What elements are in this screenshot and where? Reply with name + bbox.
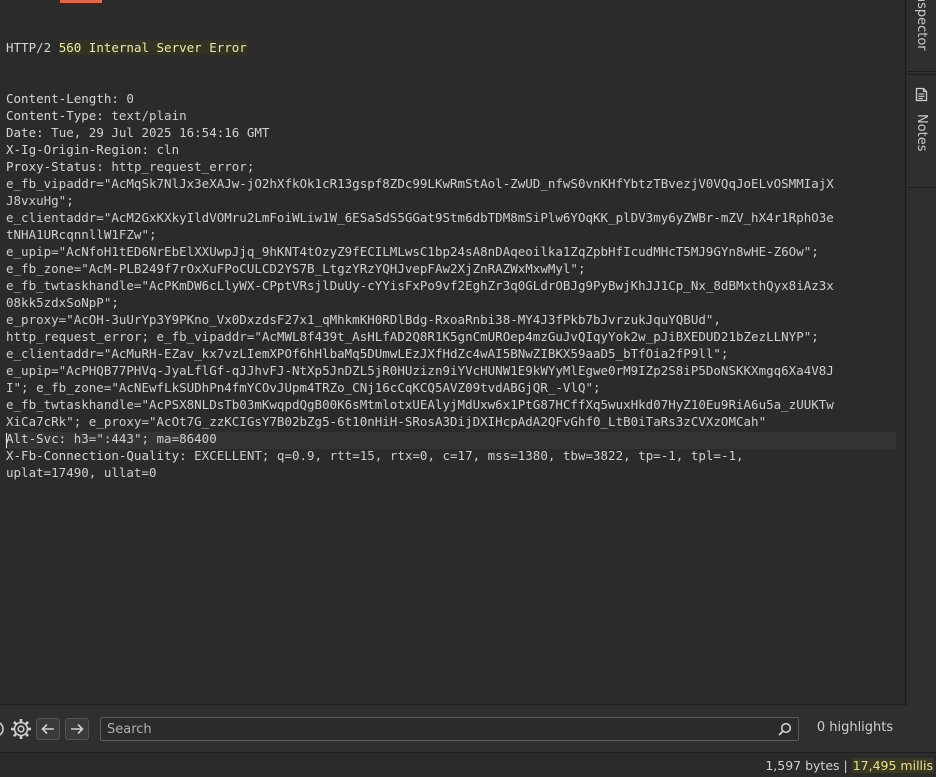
header-line: e_upip="AcNfoH1tED6NrEbElXXUwpJjq_9hKNT4… — [6, 243, 898, 260]
header-line: e_proxy="AcOH-3uUrYp3Y9PKno_Vx0DxzdsF27x… — [6, 311, 898, 328]
header-name: Content-Length: — [6, 91, 119, 106]
header-line: I"; e_fb_zone="AcNEwfLkSUDhPn4fmYCOvJUpm… — [6, 379, 898, 396]
header-value: e_fb_zone="AcM-PLB249f7rOxXuFPoCULCD2YS7… — [6, 261, 586, 276]
header-value: http_request_error; e_fb_vipaddr="AcMWL8… — [6, 329, 819, 344]
arrow-left-icon — [41, 720, 55, 739]
header-line: X-Fb-Connection-Quality: EXCELLENT; q=0.… — [6, 447, 898, 464]
stats-separator: | — [839, 758, 852, 773]
response-editor[interactable]: HTTP/2 560 Internal Server Error Content… — [0, 0, 906, 705]
header-line: uplat=17490, ullat=0 — [6, 464, 898, 481]
header-line: tNHA1URcqnnllW1FZw"; — [6, 226, 898, 243]
status-code: 560 Internal Server Error — [58, 40, 247, 55]
response-size: 1,597 bytes — [765, 758, 840, 773]
notes-icon — [915, 87, 928, 106]
header-value: e_fb_vipaddr="AcMqSk7NlJx3eXAJw-jO2hXfkO… — [6, 176, 834, 191]
header-lines: Content-Length: 0 Content-Type: text/plai… — [6, 90, 898, 481]
header-line: Content-Length: 0 — [6, 90, 898, 107]
next-match-button[interactable] — [65, 718, 89, 740]
header-name: Alt-Svc: — [6, 431, 67, 446]
response-stats: 1,597 bytes | 17,495 millis — [765, 758, 934, 773]
help-icon[interactable] — [0, 720, 6, 742]
header-line: X-Ig-Origin-Region: cln — [6, 141, 898, 158]
active-tab-indicator — [60, 0, 102, 3]
header-line: 08kk5zdxSoNpP"; — [6, 294, 898, 311]
header-value: e_fb_twtaskhandle="AcPKmDW6cLlyWX-CPptVR… — [6, 278, 834, 293]
header-line: e_fb_vipaddr="AcMqSk7NlJx3eXAJw-jO2hXfkO… — [6, 175, 898, 192]
header-value: e_clientaddr="AcM2GxKXkyIldVOMru2LmFoiWL… — [6, 210, 834, 225]
header-line: Content-Type: text/plain — [6, 107, 898, 124]
previous-match-button[interactable] — [36, 718, 60, 740]
header-line: Proxy-Status: http_request_error; — [6, 158, 898, 175]
header-value: I"; e_fb_zone="AcNEwfLkSUDhPn4fmYCOvJUpm… — [6, 380, 601, 395]
header-name: Content-Type: — [6, 108, 104, 123]
inspector-label: Inspector — [914, 0, 929, 51]
header-line: http_request_error; e_fb_vipaddr="AcMWL8… — [6, 328, 898, 345]
header-value: cln — [149, 142, 180, 157]
header-line: XiCa7cRk"; e_proxy="AcOt7G_zzKCIGsY7B02b… — [6, 413, 898, 430]
header-name: Proxy-Status: — [6, 159, 104, 174]
search-input[interactable] — [101, 718, 778, 740]
highlights-count: 0 highlights — [816, 720, 894, 735]
header-value: XiCa7cRk"; e_proxy="AcOt7G_zzKCIGsY7B02b… — [6, 414, 767, 429]
header-line: e_clientaddr="AcMuRH-EZav_kx7vzLIemXPOf6… — [6, 345, 898, 362]
header-line: e_fb_twtaskhandle="AcPKmDW6cLlyWX-CPptVR… — [6, 277, 898, 294]
header-value: e_clientaddr="AcMuRH-EZav_kx7vzLIemXPOf6… — [6, 346, 729, 361]
response-time: 17,495 millis — [851, 758, 934, 773]
header-value: http_request_error; — [103, 159, 255, 174]
header-name: X-Fb-Connection-Quality: — [6, 448, 187, 463]
header-name: Date: — [6, 125, 44, 140]
side-panel: Inspector Notes — [907, 0, 936, 752]
notes-label: Notes — [914, 114, 929, 152]
header-line: e_fb_twtaskhandle="AcPSX8NLDsTb03mKwqpdQ… — [6, 396, 898, 413]
header-value: J8vxuHg"; — [6, 193, 74, 208]
magnifier-icon[interactable] — [778, 722, 792, 736]
header-value: e_upip="AcPHQB77PHVq-JyaLflGf-qJJhvFJ-Nt… — [6, 363, 834, 378]
search-toolbar: 0 highlights — [0, 706, 906, 752]
header-name: X-Ig-Origin-Region: — [6, 142, 149, 157]
header-value: e_proxy="AcOH-3uUrYp3Y9PKno_Vx0DxzdsF27x… — [6, 312, 721, 327]
header-line: e_fb_zone="AcM-PLB249f7rOxXuFPoCULCD2YS7… — [6, 260, 898, 277]
response-headers[interactable]: HTTP/2 560 Internal Server Error Content… — [6, 5, 898, 515]
search-box — [100, 717, 799, 741]
header-value: text/plain — [103, 108, 187, 123]
header-value: 08kk5zdxSoNpP"; — [6, 295, 119, 310]
status-protocol: HTTP/2 — [6, 40, 59, 55]
header-line: e_clientaddr="AcM2GxKXkyIldVOMru2LmFoiWL… — [6, 209, 898, 226]
header-line: J8vxuHg"; — [6, 192, 898, 209]
header-value: e_upip="AcNfoH1tED6NrEbElXXUwpJjq_9hKNT4… — [6, 244, 819, 259]
header-value: tNHA1URcqnnllW1FZw"; — [6, 227, 157, 242]
notes-tab[interactable]: Notes — [907, 74, 936, 188]
header-value: h3=":443"; ma=86400 — [66, 431, 217, 446]
header-value: uplat=17490, ullat=0 — [6, 465, 157, 480]
header-value: e_fb_twtaskhandle="AcPSX8NLDsTb03mKwqpdQ… — [6, 397, 834, 412]
header-value: Tue, 29 Jul 2025 16:54:16 GMT — [43, 125, 270, 140]
arrow-right-icon — [70, 720, 84, 739]
status-bar: 1,597 bytes | 17,495 millis — [0, 752, 936, 777]
inspector-tab[interactable]: Inspector — [907, 0, 936, 72]
header-value: EXCELLENT; q=0.9, rtt=15, rtx=0, c=17, m… — [186, 448, 744, 463]
header-line: Alt-Svc: h3=":443"; ma=86400 — [6, 430, 898, 447]
header-line: e_upip="AcPHQB77PHVq-JyaLflGf-qJJhvFJ-Nt… — [6, 362, 898, 379]
status-line: HTTP/2 560 Internal Server Error — [6, 39, 898, 56]
header-value: 0 — [118, 91, 134, 106]
gear-icon[interactable] — [10, 718, 32, 744]
header-line: Date: Tue, 29 Jul 2025 16:54:16 GMT — [6, 124, 898, 141]
